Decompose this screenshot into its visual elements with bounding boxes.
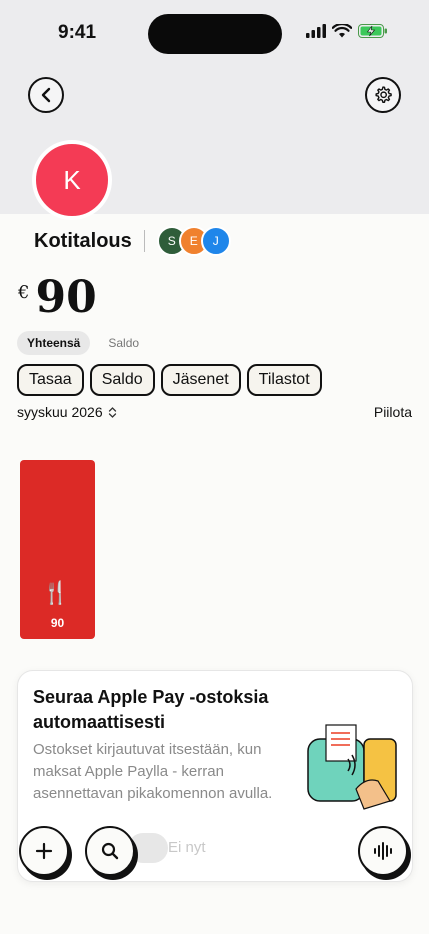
group-title-row: Kotitalous S E J [34, 226, 231, 256]
total-amount: € 90 [18, 272, 97, 324]
toggle-balance[interactable]: Saldo [98, 331, 149, 355]
payment-illustration-icon [307, 724, 397, 810]
fork-knife-icon: 🍴 [42, 580, 70, 605]
add-button[interactable] [19, 826, 69, 876]
member-initial: S [167, 234, 176, 248]
view-toggle: Yhteensä Saldo [17, 331, 149, 355]
signal-icon [306, 24, 326, 38]
amount-value: 90 [35, 272, 97, 323]
bar-value-label: 90 [50, 616, 65, 630]
apple-pay-promo-card: Seuraa Apple Pay -ostoksia automaattises… [17, 670, 413, 882]
chevron-updown-icon [108, 406, 116, 418]
status-icons [306, 24, 388, 38]
member-avatar: J [200, 226, 231, 256]
search-icon [101, 842, 119, 860]
search-button[interactable] [85, 826, 135, 876]
chart-bar-food[interactable]: 🍴 90 [20, 460, 95, 639]
member-avatars[interactable]: S E J [156, 226, 231, 256]
toggle-total[interactable]: Yhteensä [17, 331, 91, 355]
action-chips: Tasaa Saldo Jäsenet Tilastot [17, 364, 322, 396]
group-name: Kotitalous [34, 229, 132, 252]
member-initial: E [189, 234, 198, 248]
back-button[interactable] [28, 77, 64, 113]
voice-input-button[interactable] [358, 826, 408, 876]
group-avatar: K [32, 140, 112, 220]
period-row: syyskuu 2026 Piilota [17, 404, 412, 420]
dynamic-island [148, 14, 282, 54]
hide-button[interactable]: Piilota [374, 404, 412, 420]
status-time: 9:41 [58, 22, 97, 43]
settings-button[interactable] [365, 77, 401, 113]
battery-charging-icon [358, 24, 387, 38]
settle-chip[interactable]: Tasaa [17, 364, 84, 396]
plus-icon [35, 842, 53, 860]
title-divider [143, 230, 145, 252]
members-chip[interactable]: Jäsenet [160, 364, 241, 396]
balance-chip[interactable]: Saldo [89, 364, 155, 396]
not-now-button[interactable]: Ei nyt [168, 839, 206, 856]
wifi-icon [332, 24, 352, 38]
month-label: syyskuu 2026 [17, 404, 103, 420]
waveform-icon [374, 842, 392, 860]
currency-symbol: € [18, 282, 30, 303]
month-selector[interactable]: syyskuu 2026 [17, 404, 117, 420]
chevron-left-icon [41, 87, 51, 103]
promo-body: Ostokset kirjautuvat itsestään, kun maks… [33, 741, 273, 802]
gear-icon [375, 86, 392, 103]
stats-chip[interactable]: Tilastot [246, 364, 322, 396]
promo-title: Seuraa Apple Pay -ostoksia automaattises… [33, 687, 269, 732]
group-avatar-initial: K [63, 164, 81, 195]
member-initial: J [212, 234, 219, 248]
status-bar: 9:41 [0, 0, 429, 70]
